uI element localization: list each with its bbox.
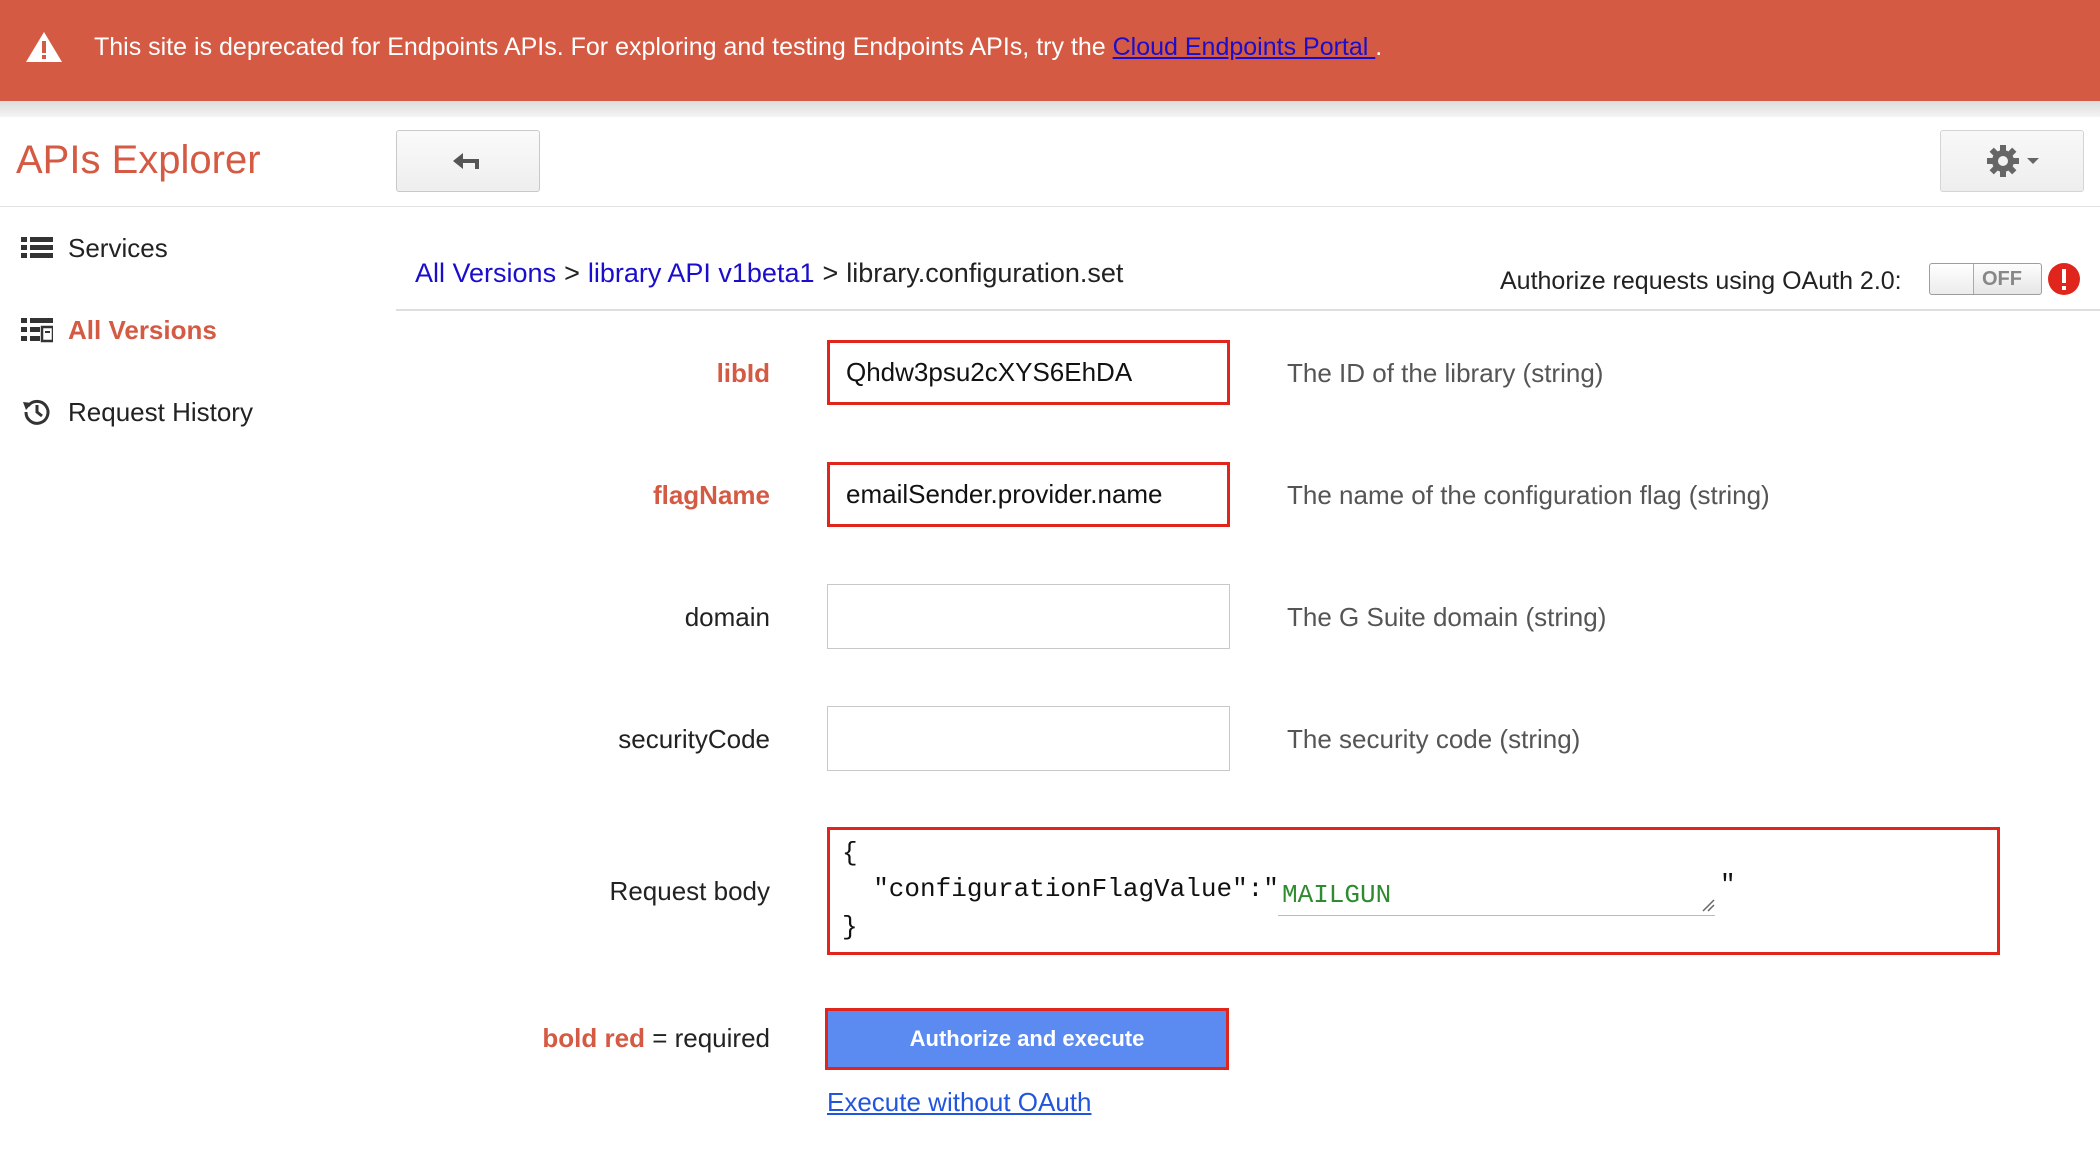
request-body-editor[interactable]: { "configurationFlagValue":" MAILGUN " } <box>827 827 2000 955</box>
banner-shadow <box>0 101 2100 117</box>
domain-input[interactable] <box>827 584 1230 649</box>
field-desc-domain: The G Suite domain (string) <box>1287 602 1607 632</box>
breadcrumb-separator: > <box>822 258 839 288</box>
app-title[interactable]: APIs Explorer <box>16 134 261 186</box>
field-label-request-body: Request body <box>609 876 770 906</box>
required-legend: bold red = required <box>542 1021 770 1055</box>
field-label-securitycode: securityCode <box>618 724 770 754</box>
banner-message: This site is deprecated for Endpoints AP… <box>94 33 1383 61</box>
chevron-down-icon <box>2027 158 2039 164</box>
sidebar-item-all-versions[interactable]: All Versions <box>20 310 217 350</box>
resize-grip-icon[interactable] <box>1701 898 1715 912</box>
execute-without-oauth-link[interactable]: Execute without OAuth <box>827 1085 1091 1119</box>
sidebar-item-label: All Versions <box>68 314 217 345</box>
cloud-endpoints-portal-link[interactable]: Cloud Endpoints Portal <box>1113 33 1376 61</box>
field-label-libid: libId <box>716 358 770 388</box>
alert-icon <box>2048 263 2080 295</box>
field-desc-libid: The ID of the library (string) <box>1287 358 1604 388</box>
breadcrumb-all-versions[interactable]: All Versions <box>415 258 556 288</box>
header-divider <box>0 206 2100 207</box>
history-icon <box>20 397 54 427</box>
body-key: "configurationFlagValue":" <box>842 874 1279 904</box>
list-icon <box>20 233 54 263</box>
field-desc-securitycode: The security code (string) <box>1287 724 1581 754</box>
sidebar-item-request-history[interactable]: Request History <box>20 392 253 432</box>
sidebar-item-label: Services <box>68 232 168 263</box>
securitycode-input[interactable] <box>827 706 1230 771</box>
required-legend-text: = required <box>644 1023 770 1053</box>
field-label-domain: domain <box>684 602 770 632</box>
authorize-and-execute-button[interactable]: Authorize and execute <box>825 1008 1229 1070</box>
warning-icon <box>26 32 62 62</box>
breadcrumb: All Versions > library API v1beta1 > library… <box>415 255 1123 291</box>
content-divider <box>396 309 2100 311</box>
back-arrow-icon <box>453 153 479 169</box>
sidebar-item-services[interactable]: Services <box>20 228 168 268</box>
field-desc-flagname: The name of the configuration flag (stri… <box>1287 480 1770 510</box>
sidebar-item-label: Request History <box>68 396 253 427</box>
versions-list-icon <box>20 315 54 345</box>
breadcrumb-separator: > <box>564 258 580 288</box>
breadcrumb-library-api[interactable]: library API v1beta1 <box>588 258 815 288</box>
body-close-quote: " <box>1720 870 1736 900</box>
libid-input[interactable] <box>827 340 1230 405</box>
body-open-brace: { <box>842 838 858 868</box>
breadcrumb-current-method: library.configuration.set <box>846 258 1124 288</box>
deprecation-banner: This site is deprecated for Endpoints AP… <box>0 0 2100 101</box>
required-legend-highlight: bold red <box>542 1023 645 1053</box>
back-button[interactable] <box>396 130 540 192</box>
body-close-brace: } <box>842 912 858 942</box>
toggle-state: OFF <box>1982 268 2022 290</box>
field-label-flagname: flagName <box>652 480 770 510</box>
oauth-toggle[interactable]: OFF <box>1929 263 2042 295</box>
oauth-label: Authorize requests using OAuth 2.0: <box>1500 267 1902 295</box>
toggle-knob <box>1930 264 1974 294</box>
configuration-flag-value-input[interactable]: MAILGUN <box>1278 876 1715 916</box>
settings-button[interactable] <box>1940 130 2084 192</box>
flagname-input[interactable] <box>827 462 1230 527</box>
gear-icon <box>1987 145 2019 177</box>
